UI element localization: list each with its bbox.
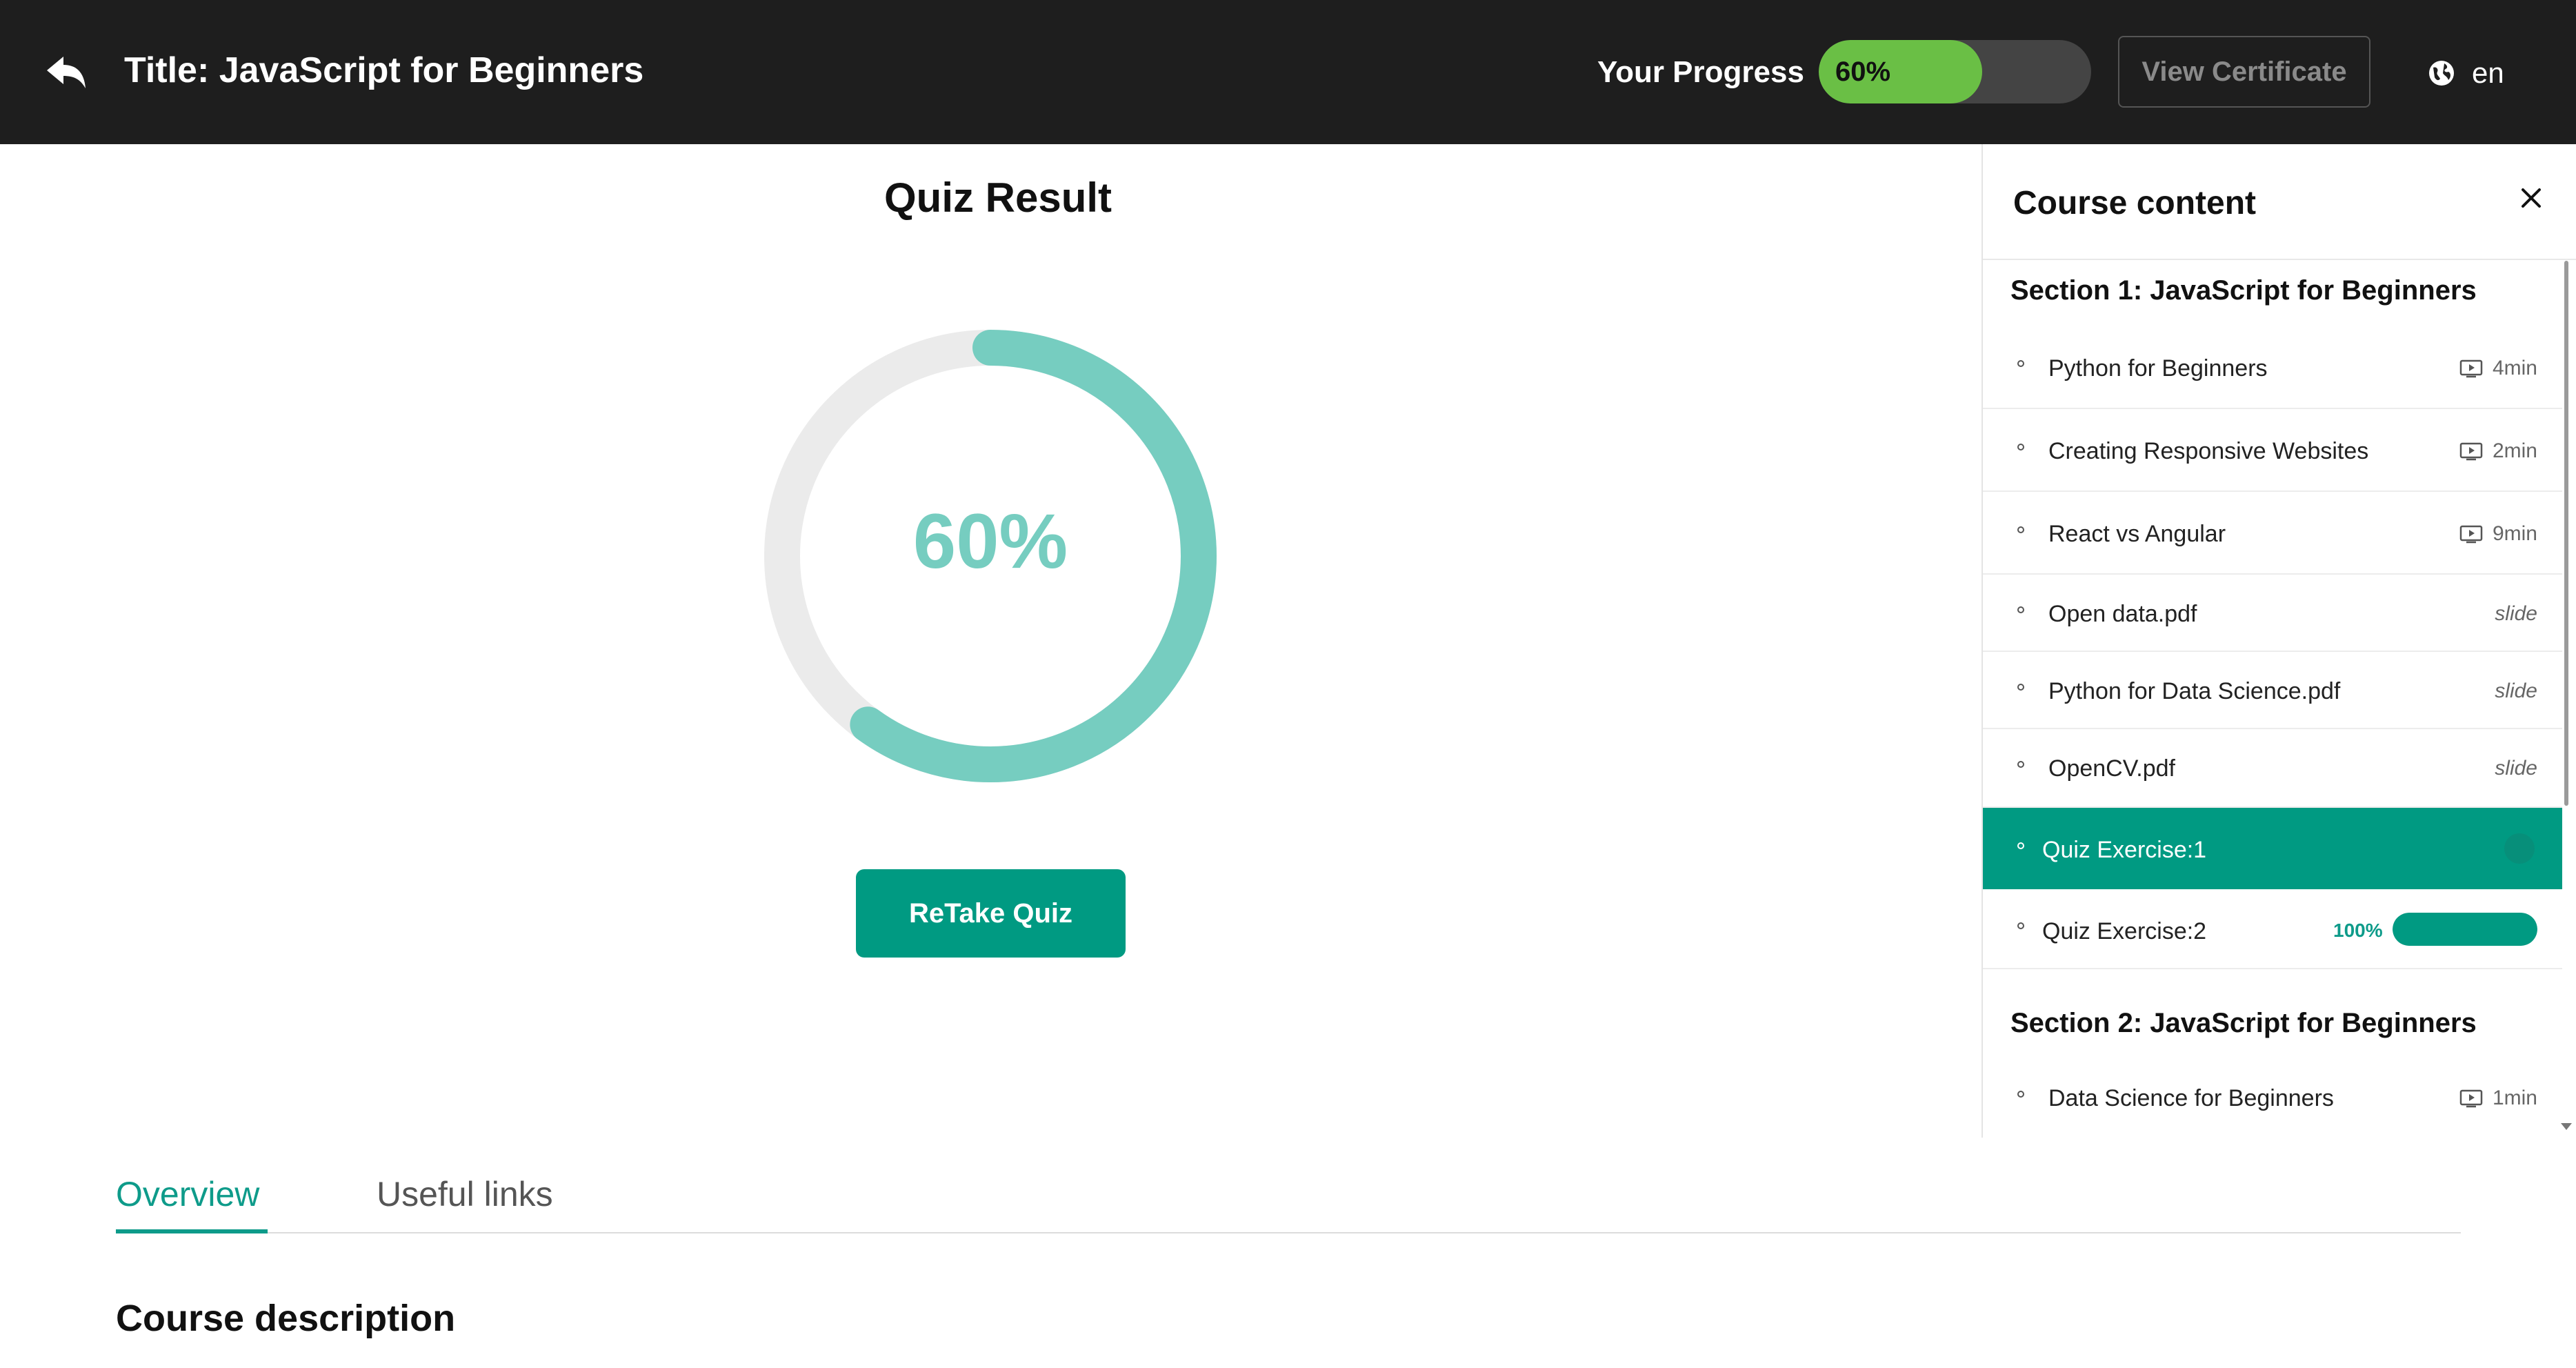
sidebar-item-react-vs-angular[interactable]: React vs Angular 9min [1983, 492, 2562, 575]
progress-bar: 60% [1819, 40, 2091, 103]
item-label: Quiz Exercise:2 [2042, 918, 2207, 944]
close-icon [2522, 188, 2541, 208]
score-percent: 60% [912, 498, 1068, 584]
bullet [2017, 922, 2024, 929]
tab-overview[interactable]: Overview [116, 1174, 259, 1214]
item-label: Data Science for Beginners [2048, 1085, 2334, 1111]
retake-quiz-button[interactable]: ReTake Quiz [856, 869, 1126, 958]
item-duration: 9min [2459, 522, 2537, 546]
item-label: OpenCV.pdf [2048, 755, 2175, 782]
duration-text: 1min [2492, 1087, 2537, 1109]
globe-icon [2429, 61, 2454, 86]
item-duration: 4min [2459, 357, 2537, 380]
sidebar-item-opencv-pdf[interactable]: OpenCV.pdf slide [1983, 729, 2562, 808]
language-selector[interactable]: en [2428, 52, 2504, 94]
section-title-1: Section 1: JavaScript for Beginners [2010, 275, 2477, 306]
sidebar-item-creating-responsive-websites[interactable]: Creating Responsive Websites 2min [1983, 409, 2562, 492]
sidebar-item-data-science-for-beginners[interactable]: Data Science for Beginners 1min [1983, 1055, 2562, 1138]
sidebar-scrollbar[interactable] [2564, 261, 2568, 806]
sidebar-divider [1983, 259, 2576, 260]
close-sidebar-button[interactable] [2517, 184, 2545, 212]
tabs-divider [116, 1232, 2461, 1233]
item-duration: 1min [2459, 1087, 2537, 1110]
duration-text: 2min [2492, 439, 2537, 462]
item-kind: slide [2495, 680, 2537, 702]
video-icon [2459, 525, 2483, 544]
item-label: Python for Data Science.pdf [2048, 678, 2341, 704]
quiz-progress-percent: 100% [2333, 920, 2383, 941]
item-label: Creating Responsive Websites [2048, 438, 2369, 464]
sidebar-title: Course content [2013, 185, 2257, 221]
bullet [2017, 360, 2024, 367]
item-label: Python for Beginners [2048, 355, 2268, 381]
quiz-progress-bar [2393, 913, 2537, 946]
scroll-down-arrow[interactable] [2561, 1123, 2572, 1130]
duration-text: 4min [2492, 357, 2537, 379]
language-code: en [2472, 57, 2504, 89]
active-tab-indicator [116, 1229, 268, 1233]
progress-label: Your Progress [1597, 55, 1804, 89]
course-title: Title: JavaScript for Beginners [124, 50, 644, 90]
view-certificate-button[interactable]: View Certificate [2118, 36, 2370, 108]
quiz-progress-bar-fill [2393, 913, 2537, 946]
section-title-2: Section 2: JavaScript for Beginners [2010, 1008, 2477, 1038]
bullet [2017, 526, 2024, 533]
bullet [2017, 606, 2024, 613]
bullet [2017, 684, 2024, 691]
item-kind: slide [2495, 602, 2537, 625]
item-duration: 2min [2459, 439, 2537, 463]
back-button[interactable] [44, 52, 88, 94]
sidebar-item-python-for-beginners[interactable]: Python for Beginners 4min [1983, 324, 2562, 409]
bullet [2017, 842, 2024, 849]
sidebar-item-quiz-exercise-2[interactable]: Quiz Exercise:2 100% [1983, 889, 2562, 969]
bullet [2017, 1091, 2024, 1098]
reply-arrow-icon [47, 57, 86, 88]
tab-useful-links[interactable]: Useful links [377, 1174, 553, 1214]
bullet [2017, 761, 2024, 768]
content-tabs: Overview Useful links [116, 1166, 2461, 1235]
item-label: Quiz Exercise:1 [2042, 837, 2207, 863]
item-label: Open data.pdf [2048, 601, 2197, 627]
top-header: Title: JavaScript for Beginners Your Pro… [0, 0, 2576, 144]
video-icon [2459, 1089, 2483, 1108]
video-icon [2459, 359, 2483, 378]
sidebar-item-python-for-data-science-pdf[interactable]: Python for Data Science.pdf slide [1983, 652, 2562, 729]
progress-text: 60% [1835, 57, 1891, 87]
sidebar-item-quiz-exercise-1[interactable]: Quiz Exercise:1 [1983, 808, 2562, 889]
item-label: React vs Angular [2048, 521, 2226, 547]
video-icon [2459, 442, 2483, 461]
item-kind: slide [2495, 757, 2537, 780]
sidebar-item-open-data-pdf[interactable]: Open data.pdf slide [1983, 575, 2562, 652]
quiz-result-title: Quiz Result [884, 175, 1112, 221]
course-content-sidebar: Course content Section 1: JavaScript for… [1981, 144, 2576, 1138]
duration-text: 9min [2492, 522, 2537, 545]
course-description-title: Course description [116, 1298, 456, 1339]
bullet [2017, 444, 2024, 450]
status-indicator [2504, 833, 2535, 864]
